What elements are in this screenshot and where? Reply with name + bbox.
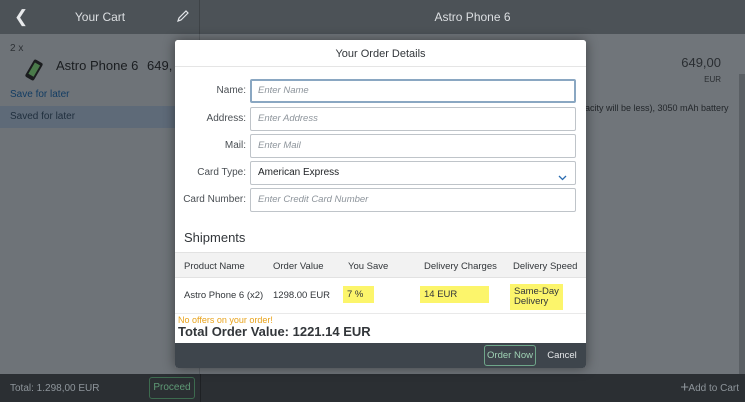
column-header: Product Name	[184, 261, 245, 272]
table-row[interactable]: Astro Phone 6 (x2) 1298.00 EUR 7 % 14 EU…	[175, 278, 586, 314]
back-icon[interactable]: ❮	[14, 7, 32, 27]
table-header: Product Name Order Value You Save Delive…	[175, 252, 586, 278]
name-label: Name:	[216, 85, 246, 96]
total-order-value: Total Order Value: 1221.14 EUR	[178, 324, 371, 339]
footer-bar: Total: 1.298,00 EUR Proceed + Add to Car…	[0, 374, 745, 402]
delivery-speed-cell: Same-Day Delivery	[510, 284, 563, 310]
address-label: Address:	[206, 113, 246, 124]
mail-input[interactable]: Enter Mail	[250, 134, 576, 158]
card-number-label: Card Number:	[183, 194, 246, 205]
name-input[interactable]: Enter Name	[250, 79, 576, 103]
edit-icon[interactable]	[175, 8, 191, 24]
chevron-down-icon	[558, 169, 567, 181]
order-value-cell: 1298.00 EUR	[273, 290, 331, 301]
scrollbar[interactable]	[739, 74, 745, 374]
card-number-input[interactable]: Enter Credit Card Number	[250, 188, 576, 212]
mail-row: Mail: Enter Mail	[175, 134, 586, 158]
cart-item-price: 649,	[147, 58, 173, 73]
add-to-cart-button[interactable]: Add to Cart	[688, 383, 739, 394]
you-save-cell: 7 %	[343, 286, 374, 303]
card-type-value: American Express	[258, 167, 340, 178]
save-for-later-link[interactable]: Save for later	[10, 89, 69, 100]
saved-for-later-header: Saved for later	[0, 106, 200, 128]
column-header: Delivery Charges	[424, 261, 497, 272]
footer-total: Total: 1.298,00 EUR	[10, 383, 100, 394]
top-bar: ❮ Your Cart Astro Phone 6	[0, 0, 745, 34]
order-details-dialog: Your Order Details Name: Enter Name Addr…	[175, 40, 586, 368]
mail-label: Mail:	[224, 140, 246, 151]
cart-list: 2 x Astro Phone 6 649, Save for later Sa…	[0, 34, 200, 374]
column-header: You Save	[348, 261, 389, 272]
detail-price: 649,00	[681, 55, 721, 70]
dialog-header: Your Order Details	[175, 40, 586, 67]
phone-thumbnail-icon	[24, 58, 44, 84]
detail-currency: EUR	[704, 75, 721, 84]
order-now-button[interactable]: Order Now	[484, 345, 536, 366]
shipments-title: Shipments	[184, 230, 246, 245]
card-type-select[interactable]: American Express	[250, 161, 576, 185]
detail-description: acity will be less), 3050 mAh battery	[585, 103, 729, 113]
proceed-button[interactable]: Proceed	[149, 377, 195, 399]
address-row: Address: Enter Address	[175, 107, 586, 131]
saved-for-later-label: Saved for later	[10, 111, 76, 122]
card-type-label: Card Type:	[197, 167, 246, 178]
card-number-row: Card Number: Enter Credit Card Number	[175, 188, 586, 212]
dialog-footer: Order Now Cancel	[175, 343, 586, 368]
item-quantity: 2 x	[10, 43, 24, 54]
cancel-button[interactable]: Cancel	[542, 345, 582, 366]
dialog-title: Your Order Details	[335, 48, 426, 60]
cart-title: Your Cart	[74, 10, 126, 24]
card-type-row: Card Type: American Express	[175, 161, 586, 185]
name-row: Name: Enter Name	[175, 79, 586, 103]
column-header: Order Value	[273, 261, 324, 272]
address-input[interactable]: Enter Address	[250, 107, 576, 131]
footer-divider	[200, 374, 201, 402]
product-name-cell: Astro Phone 6 (x2)	[184, 290, 264, 301]
cart-item-name[interactable]: Astro Phone 6	[56, 58, 138, 73]
delivery-charges-cell: 14 EUR	[420, 286, 489, 303]
detail-title: Astro Phone 6	[434, 10, 511, 24]
master-header: ❮ Your Cart	[0, 0, 200, 34]
column-header: Delivery Speed	[513, 261, 578, 272]
